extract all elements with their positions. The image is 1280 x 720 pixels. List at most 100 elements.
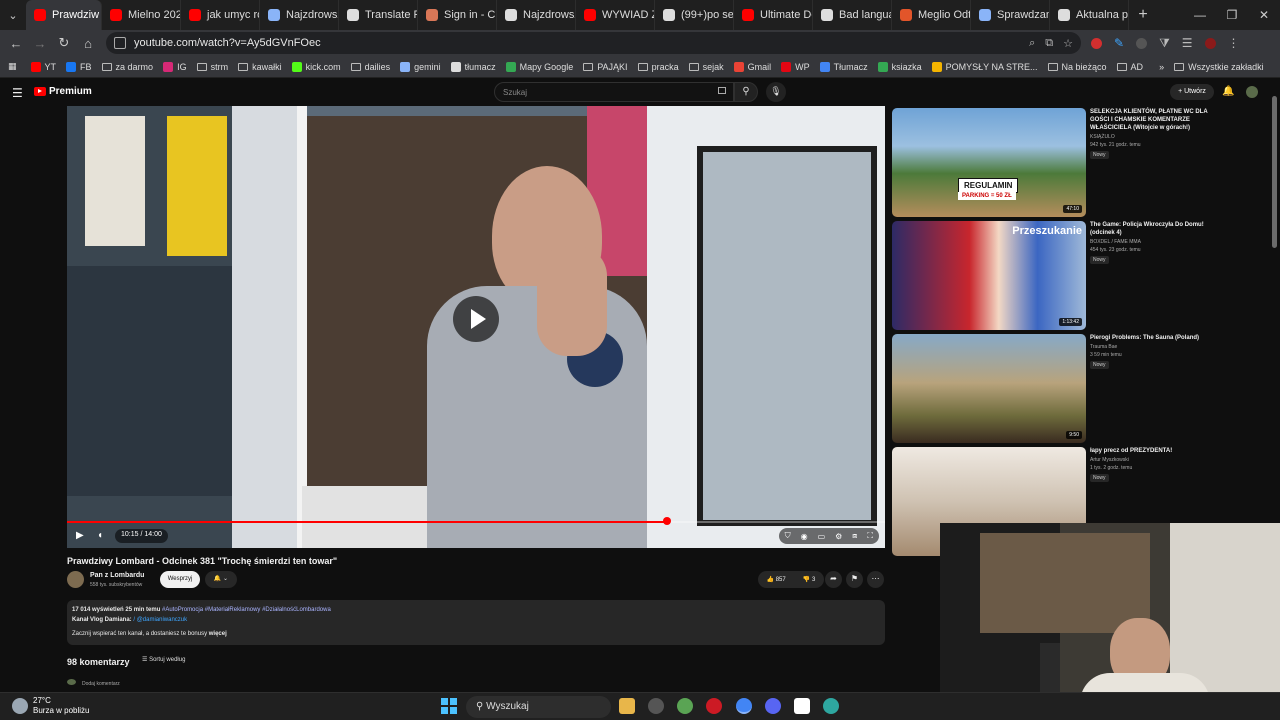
share-icon[interactable]: ➦ [825,571,842,588]
youtube-logo[interactable]: Premium [34,86,92,97]
recommended-thumbnail[interactable]: 9:50 [892,334,1086,443]
bookmark-item[interactable]: dailies [350,62,390,72]
bookmark-item[interactable]: WP [781,61,810,72]
subtitles-icon[interactable]: ▭ [818,532,826,541]
miniplayer-icon[interactable]: ⧈ [852,531,857,541]
browser-tab[interactable]: Prawdziw✕ [26,0,102,30]
browser-tab[interactable]: WYWIAD Z M [576,0,655,30]
dislike-button[interactable]: 👎 3 [803,576,815,583]
bookmark-item[interactable]: Gmail [733,61,771,72]
browser-tab[interactable]: Aktualna pro [1050,0,1129,30]
file-explorer-icon[interactable] [619,698,635,714]
bookmark-star-icon[interactable]: ☆ [1063,37,1073,50]
browser-app-icon[interactable] [677,698,693,714]
recommended-title[interactable]: Pierogi Problems: The Sauna (Poland) [1090,334,1220,342]
channel-avatar[interactable] [67,571,84,588]
page-scrollbar[interactable] [1272,96,1277,248]
weather-temp[interactable]: 27°C [33,696,51,705]
bookmark-item[interactable]: PAJĄKI [583,62,628,72]
recommended-thumbnail[interactable]: Przeszukanie 1:13:42 [892,221,1086,330]
forward-icon[interactable]: → [28,36,52,51]
profile-avatar[interactable] [1204,37,1216,49]
recommended-title[interactable]: SELEKCJA KLIENTÓW, PŁATNE WC DLA GOŚCI I… [1090,108,1220,132]
start-icon[interactable] [441,698,457,714]
home-icon[interactable]: ⌂ [76,36,100,51]
notion-icon[interactable] [794,698,810,714]
shield-icon[interactable]: ⛉ [785,531,791,541]
user-avatar[interactable] [1246,86,1258,98]
settings-gear-icon[interactable]: ⚙ [835,532,842,541]
discord-icon[interactable] [765,698,781,714]
weather-icon[interactable] [12,698,28,714]
browser-tab[interactable]: Translate Poli [339,0,418,30]
browser-tab[interactable]: Bad languag [813,0,892,30]
volume-icon[interactable]: ◖ [97,530,103,541]
hashtags[interactable]: #AutoPromocja #MateriałReklamowy #Działa… [162,607,331,613]
autoplay-toggle-icon[interactable]: ◉ [801,532,808,541]
more-bookmarks-icon[interactable]: » [1159,62,1164,72]
description-box[interactable]: 17 014 wyświetleń 25 min temu #AutoPromo… [67,600,885,645]
chrome-menu-icon[interactable]: ⋮ [1228,36,1240,50]
mic-icon[interactable]: 🎙 [766,82,786,102]
bookmark-item[interactable]: za darmo [101,62,153,72]
browser-tab[interactable]: Sprawdzanie [971,0,1050,30]
more-link[interactable]: więcej [209,631,227,637]
record-extension-icon[interactable] [1091,37,1102,49]
fullscreen-icon[interactable]: ⛶ [867,531,873,541]
bookmark-item[interactable]: sejak [688,62,724,72]
recommended-channel[interactable]: BOXDEL / FAME MMA [1090,239,1141,245]
install-icon[interactable]: ⧉ [1045,37,1053,50]
browser-tab[interactable]: Najzdrowsze [497,0,576,30]
bookmark-item[interactable]: YT [30,61,56,72]
app-icon[interactable] [823,698,839,714]
browser-tab[interactable]: (99+)po serw [655,0,734,30]
search-button[interactable]: ⚲ [734,82,758,102]
notifications-bell-icon[interactable]: 🔔 [1222,86,1234,97]
more-actions-icon[interactable]: ⋯ [867,571,884,588]
bookmark-item[interactable]: kick.com [291,61,341,72]
new-tab-button[interactable]: + [1129,6,1157,24]
create-button[interactable]: + Utwórz [1170,84,1214,100]
menu-icon[interactable]: ☰ [12,86,23,100]
browser-tab[interactable]: Mielno 2026 [102,0,181,30]
tab-search-icon[interactable]: ⌄ [0,0,26,30]
weather-description[interactable]: Burza w pobliżu [33,706,89,715]
app-icon[interactable] [648,698,664,714]
browser-tab[interactable]: Meglio Odtk [892,0,971,30]
bookmark-item[interactable]: tłumacz [450,61,496,72]
recommended-thumbnail[interactable]: REGULAMIN PARKING = 50 ZŁ 47:10 [892,108,1086,217]
url-field[interactable]: youtube.com/watch?v=Ay5dGVnFOec ⌕ ⧉ ☆ [106,32,1081,54]
extensions-puzzle-icon[interactable]: ⧩ [1159,36,1170,51]
bookmark-item[interactable]: kawałki [238,62,282,72]
add-comment-input[interactable]: Dodaj komentarz [67,679,120,687]
browser-tab[interactable]: Sign in - Clau [418,0,497,30]
big-play-button[interactable] [453,296,499,342]
opera-icon[interactable] [706,698,722,714]
browser-tab[interactable]: Ultimate Dop [734,0,813,30]
recommended-channel[interactable]: KSIĄŻULO [1090,134,1115,140]
bookmark-item[interactable]: POMYSŁY NA STRE... [931,61,1038,72]
recommended-channel[interactable]: Artur Myszkowski [1090,457,1129,463]
channel-name[interactable]: Pan z Lombardu [90,572,144,579]
play-icon[interactable]: ▶ [76,530,84,541]
recommended-channel[interactable]: Trauma Bae [1090,344,1117,350]
video-player[interactable] [67,106,885,548]
browser-tab[interactable]: Najzdrowsze [260,0,339,30]
bookmark-item[interactable]: Na bieżąco [1047,62,1107,72]
keyboard-icon[interactable] [718,87,726,94]
recommended-title[interactable]: The Game: Policja Wkroczyła Do Domu! (od… [1090,221,1220,237]
bookmark-item[interactable]: IG [163,61,187,72]
sort-comments-button[interactable]: ☰ Sortuj według [142,656,185,663]
recommended-title[interactable]: łapy precz od PREZYDENTA! [1090,447,1220,455]
bookmark-item[interactable]: Tłumacz [819,61,868,72]
subscription-bell-button[interactable]: 🔔 ⌄ [205,571,237,588]
bookmark-item[interactable]: FB [66,61,92,72]
save-icon[interactable]: ⚑ [846,571,863,588]
progress-scrubber[interactable] [662,517,671,525]
close-window-icon[interactable]: ✕ [1248,8,1280,22]
minimize-icon[interactable]: — [1184,8,1216,22]
reload-icon[interactable]: ↻ [52,35,76,51]
restore-icon[interactable]: ❐ [1216,8,1248,22]
extension-icon[interactable]: ✎ [1114,36,1124,50]
progress-bar[interactable] [67,517,885,525]
